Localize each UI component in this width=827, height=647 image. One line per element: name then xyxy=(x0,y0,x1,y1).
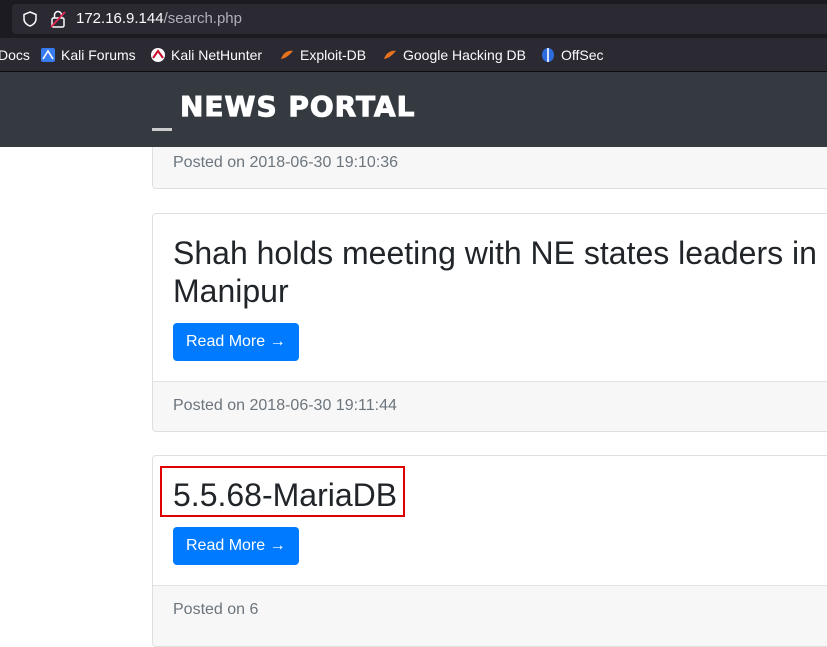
post-card: Posted on 2018-06-30 19:10:36 xyxy=(152,147,827,189)
kali-forums-icon xyxy=(41,48,55,62)
post-date: Posted on 2018-06-30 19:10:36 xyxy=(173,154,399,171)
browser-toolbar: 172.16.9.144/search.php xyxy=(0,0,827,38)
post-date: Posted on 6 xyxy=(173,601,259,618)
bookmark-label: Exploit-DB xyxy=(300,47,367,63)
bookmark-label: Docs xyxy=(0,47,30,63)
bookmark-label: Google Hacking DB xyxy=(403,47,526,63)
card-footer: Posted on 2018-06-30 19:11:44 xyxy=(153,381,827,431)
shield-icon[interactable] xyxy=(22,11,38,27)
post-date: Posted on 2018-06-30 19:11:44 xyxy=(173,397,397,414)
google-hacking-db-icon xyxy=(384,50,396,59)
bookmark-label: Kali NetHunter xyxy=(171,47,263,63)
bookmark-label: OffSec xyxy=(561,47,604,63)
url-host: 172.16.9.144 xyxy=(76,10,164,27)
read-more-button[interactable]: Read More → xyxy=(173,323,299,361)
insecure-lock-icon[interactable] xyxy=(50,10,66,28)
navbar-divider xyxy=(152,128,172,131)
bookmark-google-hacking-db[interactable]: Google Hacking DB xyxy=(382,45,526,65)
bookmarks-toolbar: Docs Kali Forums Kali NetHunter Exploit-… xyxy=(0,38,827,72)
url-path: /search.php xyxy=(163,10,242,27)
bookmark-kali-forums[interactable]: Kali Forums xyxy=(40,45,136,65)
bookmark-docs[interactable]: Docs xyxy=(0,45,30,65)
site-navbar: NEWS PORTAL xyxy=(0,72,827,147)
bookmark-label: Kali Forums xyxy=(61,47,136,63)
kali-nethunter-icon xyxy=(151,48,165,62)
offsec-icon xyxy=(542,48,554,62)
card-footer: Posted on 2018-06-30 19:10:36 xyxy=(153,147,827,188)
post-title: Shah holds meeting with NE states leader… xyxy=(173,235,817,309)
post-card: Shah holds meeting with NE states leader… xyxy=(152,213,827,432)
read-more-button[interactable]: Read More → xyxy=(173,527,299,565)
url-text[interactable]: 172.16.9.144/search.php xyxy=(76,9,242,29)
highlight-box xyxy=(160,466,405,517)
card-footer: Posted on 6 xyxy=(153,585,827,646)
site-brand[interactable]: NEWS PORTAL xyxy=(179,90,415,124)
bookmark-kali-nethunter[interactable]: Kali NetHunter xyxy=(150,45,262,65)
exploit-db-icon xyxy=(281,50,293,59)
bookmark-exploit-db[interactable]: Exploit-DB xyxy=(279,45,366,65)
address-bar[interactable]: 172.16.9.144/search.php xyxy=(12,4,827,34)
bookmark-offsec[interactable]: OffSec xyxy=(540,45,604,65)
